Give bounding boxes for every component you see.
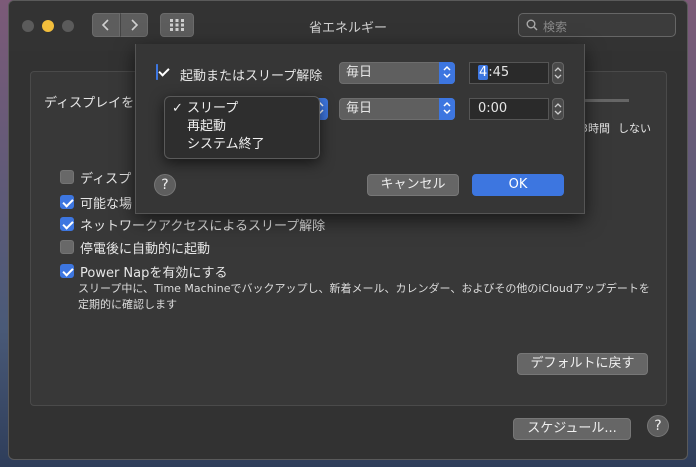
option-label: ネットワークアクセスによるスリープ解除 [80, 218, 326, 234]
wake-time-stepper[interactable] [552, 62, 564, 84]
checkmark-icon: ✓ [172, 101, 183, 116]
wake-time-field[interactable]: 4:45 [469, 62, 549, 84]
schedule-button[interactable]: スケジュール... [513, 418, 631, 440]
option-label: 可能な場 [80, 196, 133, 212]
time-hour-selected: 4 [478, 65, 489, 80]
option-display-sleep[interactable]: ディスプ [60, 168, 132, 187]
menu-item-shutdown[interactable]: システム終了 [165, 136, 319, 154]
sleep-time-field[interactable]: 0:00 [469, 98, 549, 120]
menu-item-sleep[interactable]: ✓ スリープ [165, 100, 319, 118]
power-nap-description: スリープ中に、Time Machineでバックアップし、新着メール、カレンダー、… [78, 282, 650, 311]
sleep-action-menu: ✓ スリープ 再起動 システム終了 [164, 96, 320, 159]
restore-defaults-button[interactable]: デフォルトに戻す [517, 353, 648, 375]
sheet-help-button[interactable]: ? [154, 174, 176, 196]
wake-schedule-checkbox[interactable] [156, 64, 158, 80]
menu-item-label: スリープ [187, 101, 239, 116]
cancel-button[interactable]: キャンセル [367, 174, 459, 196]
popup-arrows-icon [439, 98, 455, 120]
menu-item-label: 再起動 [187, 119, 227, 134]
popup-value: 毎日 [346, 65, 373, 80]
option-disk-sleep[interactable]: 可能な場 [60, 193, 133, 212]
time-minutes: :45 [488, 65, 510, 80]
popup-value: 毎日 [346, 101, 373, 116]
search-icon [526, 19, 538, 31]
option-wake-network[interactable]: ネットワークアクセスによるスリープ解除 [60, 215, 326, 234]
ok-button[interactable]: OK [472, 174, 564, 196]
popup-arrows-icon [439, 62, 455, 84]
menu-item-label: システム終了 [187, 137, 265, 152]
slider-tick-3h: 3時間 [581, 122, 610, 135]
stepper-arrows-icon [554, 67, 562, 79]
checkbox-checked[interactable] [60, 195, 74, 209]
display-sleep-slider[interactable] [579, 99, 629, 102]
checkbox-checked[interactable] [60, 217, 74, 231]
system-preferences-window: 省エネルギー 検索 ディスプレイを 3時間 しない ディスプ 可能な場 ネットワ… [8, 0, 688, 460]
search-field[interactable]: 検索 [518, 13, 676, 37]
wake-frequency-popup[interactable]: 毎日 [339, 62, 455, 84]
wake-schedule-label: 起動またはスリープ解除 [180, 69, 323, 84]
checkbox-unchecked[interactable] [60, 240, 74, 254]
stepper-arrows-icon [554, 103, 562, 115]
checkbox-checked[interactable] [60, 264, 74, 278]
display-sleep-label: ディスプレイを [44, 96, 135, 111]
option-label: 停電後に自動的に起動 [80, 241, 211, 257]
sleep-frequency-popup[interactable]: 毎日 [339, 98, 455, 120]
option-restart-after-power-failure[interactable]: 停電後に自動的に起動 [60, 238, 211, 257]
sleep-time-stepper[interactable] [552, 98, 564, 120]
slider-tick-never: しない [618, 122, 651, 135]
option-label: ディスプ [80, 171, 132, 187]
option-label: Power Napを有効にする [80, 265, 228, 281]
help-button[interactable]: ? [647, 415, 669, 437]
checkbox-unchecked[interactable] [60, 170, 74, 184]
search-placeholder: 検索 [543, 20, 568, 34]
option-power-nap[interactable]: Power Napを有効にする [60, 262, 228, 281]
menu-item-restart[interactable]: 再起動 [165, 118, 319, 136]
